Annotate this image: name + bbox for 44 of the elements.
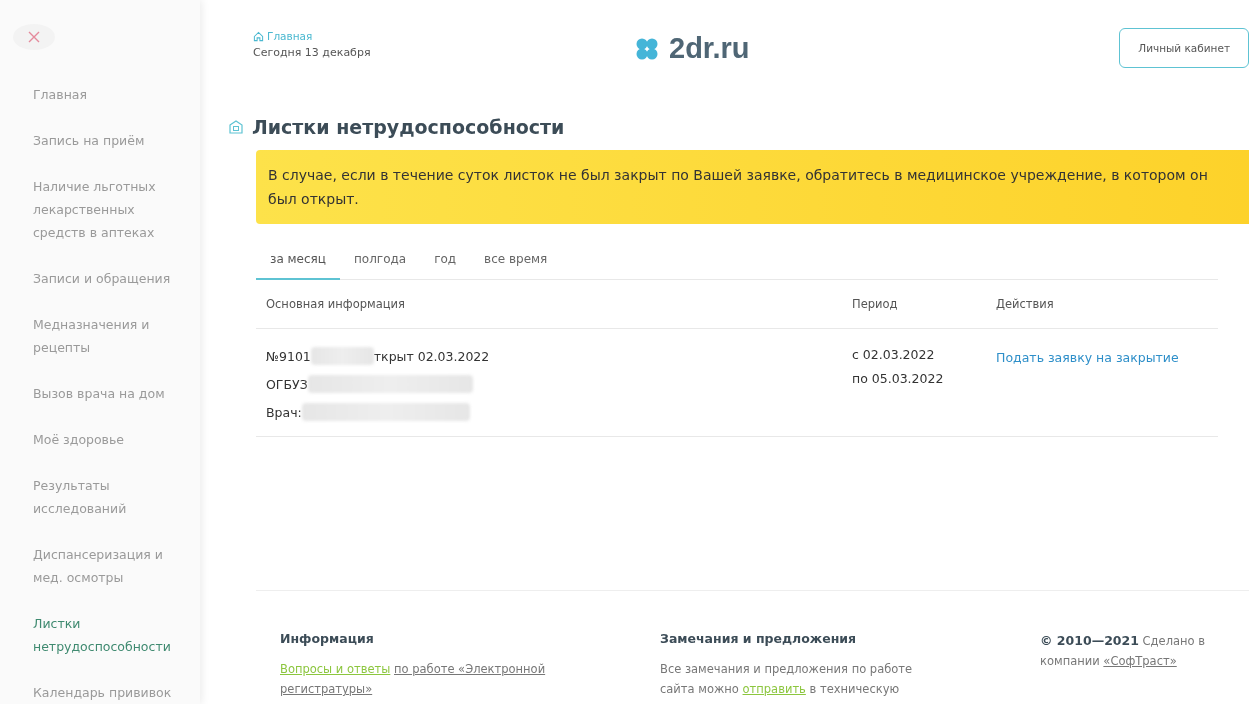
close-icon xyxy=(28,31,40,43)
period-tab[interactable]: все время xyxy=(470,246,562,280)
column-header: Действия xyxy=(996,297,1055,311)
home-icon xyxy=(253,30,264,42)
sidebar-item[interactable]: Вызов врача на дом xyxy=(33,382,188,405)
period-tab[interactable]: год xyxy=(420,246,471,280)
footer-heading: Замечания и предложения xyxy=(660,631,858,646)
period-end: по 05.03.2022 xyxy=(852,371,945,386)
period-start: с 02.03.2022 xyxy=(852,347,936,362)
close-button[interactable] xyxy=(13,24,55,50)
opened-date: ткрыт 02.03.2022 xyxy=(373,348,490,364)
logo-text: 2dr.ru xyxy=(669,32,750,65)
sidebar-item[interactable]: Наличие льготных лекарственных средств в аптеках xyxy=(33,175,188,244)
sidebar-item[interactable]: Главная xyxy=(33,83,188,106)
date-label: Сегодня 13 декабря xyxy=(253,46,372,59)
copyright-text: © 2010—2021 Сделано в компании «СофТраст» xyxy=(1040,632,1207,670)
sidebar-item[interactable]: Результаты исследований xyxy=(33,474,188,520)
sidebar-item[interactable]: Диспансеризация и мед. осмотры xyxy=(33,543,188,589)
building-icon xyxy=(228,119,244,135)
redaction-blur xyxy=(310,347,374,365)
column-header: Период xyxy=(852,297,899,311)
sidebar-item[interactable]: Медназначения и рецепты xyxy=(33,313,188,359)
info-paragraph: Вопросы и ответы по работе «Электронной регистратуры» xyxy=(280,661,547,698)
footer-heading: Информация xyxy=(280,631,375,646)
sidebar-item[interactable]: Запись на приём xyxy=(33,129,188,152)
sidebar-item[interactable]: Записи и обращения xyxy=(33,267,188,290)
send-link[interactable]: отправить xyxy=(742,682,806,696)
sidebar-item[interactable]: Моё здоровье xyxy=(33,428,188,451)
sheet-number: №9101 xyxy=(266,348,311,364)
column-header: Основная информация xyxy=(266,297,406,311)
notice-banner: В случае, если в течение суток листок не был закрыт по Вашей заявке, обратитесь в медицинское учреждение, в котором он был открыт. xyxy=(256,150,1249,224)
faq-link[interactable]: Вопросы и ответы xyxy=(280,662,391,676)
company-link[interactable]: «СофТраст» xyxy=(1103,654,1177,668)
period-tab[interactable]: за месяц xyxy=(256,246,340,280)
page-title: Листки нетрудоспособности xyxy=(252,116,565,138)
breadcrumb-link[interactable]: Главная xyxy=(253,30,633,42)
organization-label: ОГБУЗ xyxy=(266,376,308,392)
sidebar-item[interactable]: Листки нетрудоспособности xyxy=(33,612,188,658)
feedback-paragraph: Все замечания и предложения по работе сайта можно отправить в техническую xyxy=(660,661,914,698)
period-tab[interactable]: полгода xyxy=(339,246,421,280)
account-button[interactable]: Личный кабинет xyxy=(1119,28,1249,68)
close-request-link[interactable]: Подать заявку на закрытие xyxy=(996,350,1179,365)
doctor-label: Врач: xyxy=(266,404,302,420)
sidebar-item[interactable]: Календарь прививок xyxy=(33,681,188,704)
